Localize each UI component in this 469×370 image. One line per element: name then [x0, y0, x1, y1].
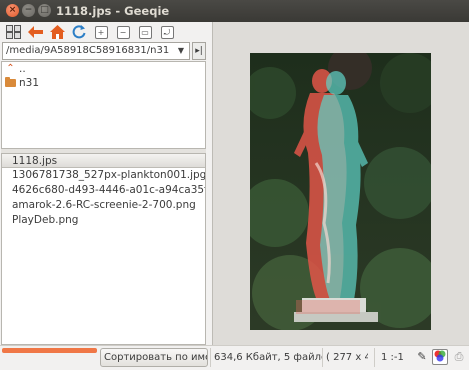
zoom-in-icon[interactable]: + [92, 23, 110, 41]
toolbar: + − ▭ ⤾ [0, 22, 210, 42]
title-bar: × − □ 1118.jps - Geeqie [0, 0, 469, 22]
file-name: PlayDeb.png [12, 214, 79, 226]
file-list: 1118.jps 1306781738_527px-plankton001.jp… [1, 153, 206, 345]
list-item[interactable]: ⌃ .. [2, 62, 205, 76]
table-row[interactable]: amarok-2.6-RC-screenie-2-700.png [2, 198, 205, 213]
anaglyph-image [250, 53, 431, 330]
zoom-out-icon[interactable]: − [114, 23, 132, 41]
go-to-path-button[interactable]: ▸| [192, 42, 206, 60]
file-name: 4626c680-d493-4446-a01c-a94ca35f5546.jpg [12, 184, 205, 196]
progress-bar [2, 348, 97, 353]
table-row[interactable]: PlayDeb.png [2, 213, 205, 228]
thumbnails-icon[interactable] [4, 23, 22, 41]
table-row[interactable]: 1306781738_527px-plankton001.jpg [2, 168, 205, 183]
color-picker-icon[interactable]: ✎ [414, 349, 430, 365]
zoom-fit-icon[interactable]: ▭ [136, 23, 154, 41]
write-metadata-icon[interactable]: ⎙ [451, 349, 467, 365]
directory-list: ⌃ .. n31 [1, 61, 206, 149]
image-dimensions-text: ( 277 x 400 [322, 348, 368, 367]
file-name: 1306781738_527px-plankton001.jpg [12, 169, 205, 181]
zoom-100-icon[interactable]: ⤾ [158, 23, 176, 41]
path-input[interactable]: /media/9A58918C58916831/n31 [2, 42, 190, 60]
color-profile-icon[interactable] [432, 349, 448, 365]
status-bar: Сортировать по имени 634,6 Кбайт, 5 файл… [0, 345, 469, 370]
home-icon[interactable] [48, 23, 66, 41]
folder-icon [5, 77, 16, 87]
refresh-icon[interactable] [70, 23, 88, 41]
close-window-button[interactable]: × [6, 4, 19, 17]
path-bar: /media/9A58918C58916831/n31 ▼ ▸| [2, 42, 206, 60]
list-item[interactable]: n31 [2, 76, 205, 90]
table-row[interactable]: 4626c680-d493-4446-a01c-a94ca35f5546.jpg [2, 183, 205, 198]
zoom-level-text: 1 :-1 [374, 348, 410, 367]
minimize-window-button[interactable]: − [22, 4, 35, 17]
file-name: amarok-2.6-RC-screenie-2-700.png [12, 199, 196, 211]
back-arrow-icon[interactable] [26, 23, 44, 41]
file-info-text: 634,6 Кбайт, 5 файлов ( [210, 348, 322, 367]
image-viewer[interactable] [212, 22, 469, 345]
parent-folder-icon: ⌃ [6, 63, 15, 74]
table-row[interactable]: 1118.jps [2, 154, 205, 168]
dir-item-label: .. [19, 63, 26, 75]
maximize-window-button[interactable]: □ [38, 4, 51, 17]
chevron-down-icon[interactable]: ▼ [174, 43, 188, 59]
file-name: 1118.jps [12, 155, 58, 167]
dir-item-label: n31 [19, 77, 40, 89]
sort-button[interactable]: Сортировать по имени [100, 348, 208, 367]
window-title: 1118.jps - Geeqie [56, 4, 170, 18]
